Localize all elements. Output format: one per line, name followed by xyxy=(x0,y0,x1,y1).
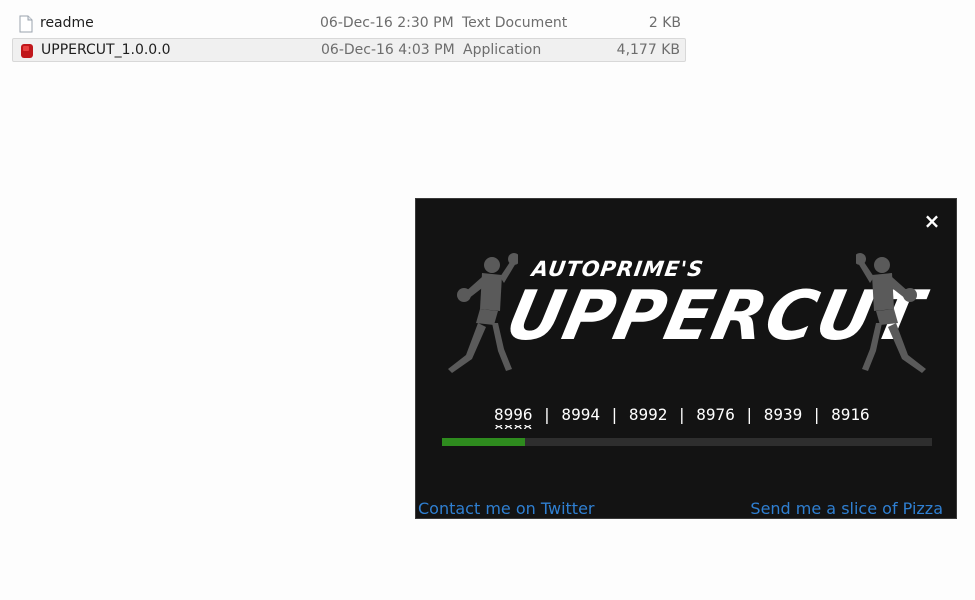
file-row-readme[interactable]: readme 06-Dec-16 2:30 PM Text Document 2… xyxy=(12,12,686,36)
app-red-icon xyxy=(19,42,35,60)
logo-title: UPPERCUT xyxy=(499,277,930,356)
pizza-link[interactable]: Send me a slice of Pizza xyxy=(750,499,943,518)
pid-ticker-next: 8888 xyxy=(494,425,554,429)
uppercut-window: × AUTOPRIME'S UPPERCUT 8996 | 8994 | 899… xyxy=(415,198,957,519)
boxer-left-icon xyxy=(448,253,518,373)
text-file-icon xyxy=(18,15,34,33)
file-row-uppercut[interactable]: UPPERCUT_1.0.0.0 06-Dec-16 4:03 PM Appli… xyxy=(12,38,686,62)
file-name: readme xyxy=(40,15,94,31)
progress-bar xyxy=(442,438,932,446)
close-button[interactable]: × xyxy=(922,211,942,231)
file-name: UPPERCUT_1.0.0.0 xyxy=(41,42,171,58)
file-date: 06-Dec-16 2:30 PM xyxy=(320,15,454,31)
file-date: 06-Dec-16 4:03 PM xyxy=(321,42,455,58)
file-type: Application xyxy=(463,42,542,58)
boxer-right-icon xyxy=(856,253,926,373)
progress-fill xyxy=(442,438,526,446)
file-size: 4,177 KB xyxy=(616,42,680,58)
logo: AUTOPRIME'S UPPERCUT xyxy=(436,247,938,377)
file-type: Text Document xyxy=(462,15,568,31)
file-size: 2 KB xyxy=(648,15,681,31)
twitter-link[interactable]: Contact me on Twitter xyxy=(418,499,595,518)
